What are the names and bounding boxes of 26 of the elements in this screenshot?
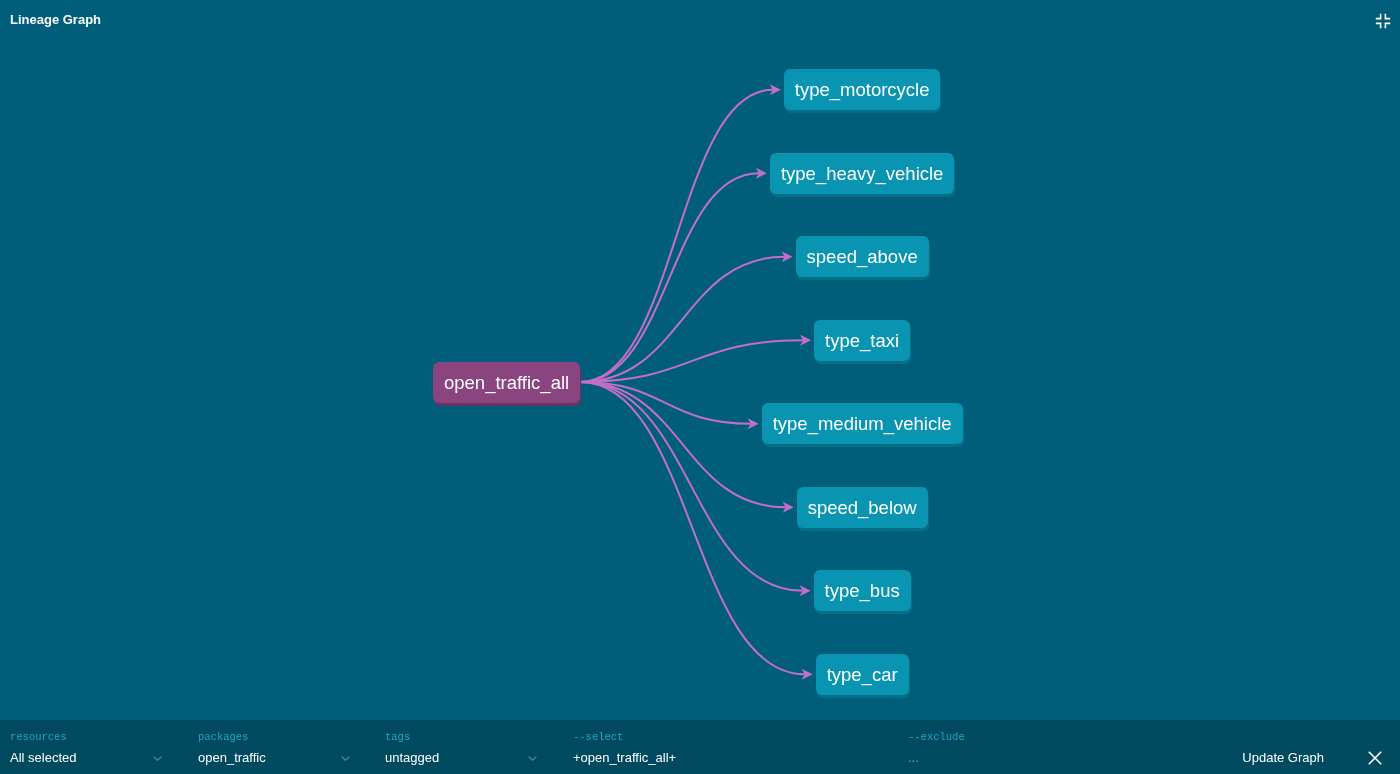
filter-label: --exclude bbox=[908, 730, 965, 744]
graph-node[interactable]: type_car bbox=[815, 653, 909, 695]
graph-node[interactable]: type_medium_vehicle bbox=[761, 403, 963, 445]
close-icon[interactable] bbox=[1368, 751, 1382, 765]
graph-node[interactable]: type_heavy_vehicle bbox=[769, 152, 955, 194]
dropdown[interactable]: open_traffic bbox=[198, 750, 350, 766]
filter-label: tags bbox=[385, 730, 411, 744]
dropdown[interactable]: All selected bbox=[10, 750, 162, 766]
graph-node[interactable]: type_taxi bbox=[814, 319, 911, 361]
filter-label: packages bbox=[198, 730, 249, 744]
collapse-icon[interactable] bbox=[1375, 13, 1391, 29]
panel-title: Lineage Graph bbox=[10, 12, 102, 28]
input-field[interactable]: ... bbox=[908, 750, 1208, 766]
update-graph-button[interactable]: Update Graph bbox=[1232, 744, 1334, 772]
input-field[interactable]: +open_traffic_all+ bbox=[573, 750, 873, 766]
chevron-down-icon bbox=[341, 755, 350, 761]
graph-node[interactable]: speed_below bbox=[796, 486, 928, 528]
filter-label: resources bbox=[10, 730, 67, 744]
graph-node[interactable]: type_motorcycle bbox=[783, 69, 941, 111]
graph-node[interactable]: type_bus bbox=[813, 570, 911, 612]
chevron-down-icon bbox=[153, 755, 162, 761]
graph-node[interactable]: open_traffic_all bbox=[433, 361, 581, 403]
chevron-down-icon bbox=[528, 755, 537, 761]
filter-label: --select bbox=[573, 730, 624, 744]
dropdown[interactable]: untagged bbox=[385, 750, 537, 766]
graph-node[interactable]: speed_above bbox=[795, 236, 929, 278]
